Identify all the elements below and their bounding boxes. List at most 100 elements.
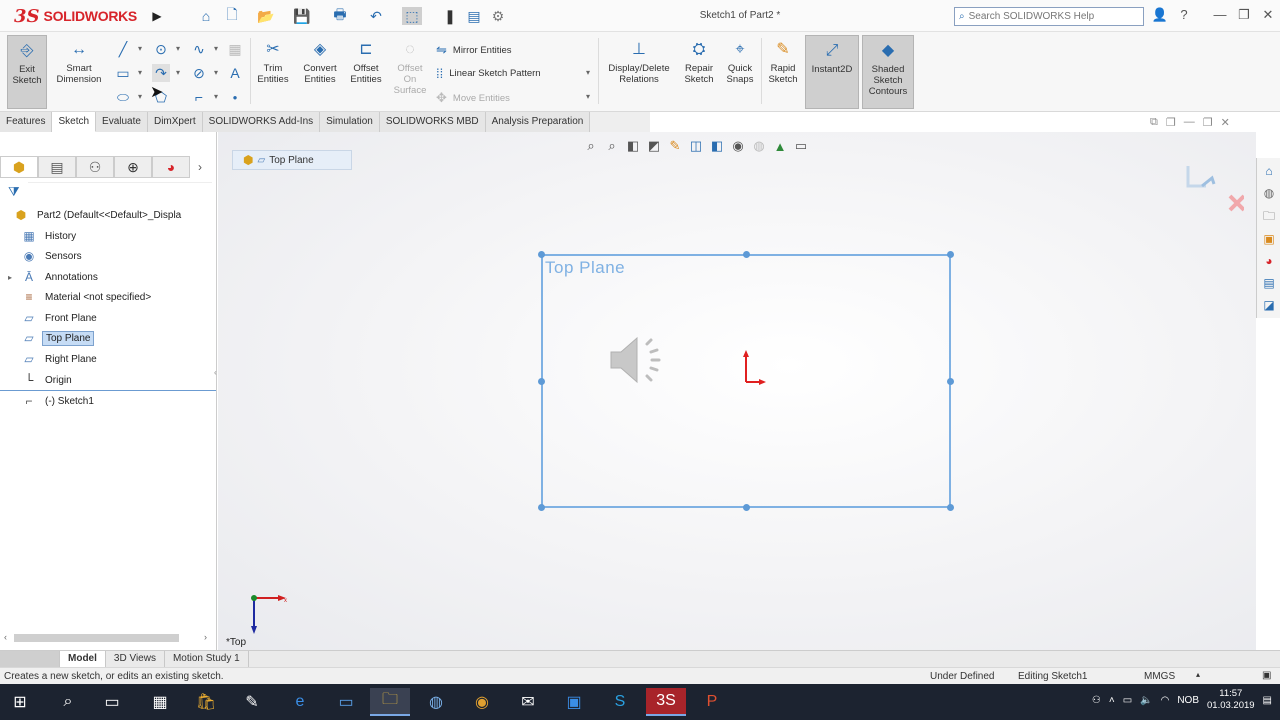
solidworks-resources-icon[interactable]: ⌂ <box>1260 162 1278 180</box>
forum-icon[interactable]: ◪ <box>1260 296 1278 314</box>
doc-close-icon[interactable]: ✕ <box>1221 116 1230 129</box>
undo-icon[interactable]: ↶ <box>366 7 386 25</box>
search-help-input[interactable]: ⌕ Search SOLIDWORKS Help <box>954 7 1144 26</box>
edit-appearance-icon[interactable]: ◍ <box>750 138 768 154</box>
spline-icon[interactable]: ∿ <box>190 40 208 58</box>
section-view-icon[interactable]: ◩ <box>645 138 663 154</box>
cancel-x-icon[interactable] <box>1228 194 1244 212</box>
units-dropdown-icon[interactable]: ▴ <box>1196 670 1200 679</box>
plane-handle[interactable] <box>947 504 954 511</box>
fillet-icon[interactable]: ⌐ <box>190 88 208 106</box>
filter-input[interactable] <box>28 182 212 200</box>
arc-icon[interactable]: ↷ <box>152 64 170 82</box>
mail-icon[interactable]: ✉ <box>508 688 548 716</box>
filter-icon[interactable]: ⧩ <box>8 184 20 200</box>
tree-item-right-plane[interactable]: ▱ Right Plane <box>0 349 100 369</box>
options-gear-icon[interactable]: ⚙ <box>488 7 508 25</box>
rapid-sketch-button[interactable]: ✎ Rapid Sketch <box>764 35 802 109</box>
text-icon[interactable]: A <box>226 64 244 82</box>
tree-item-top-plane[interactable]: ▱ Top Plane <box>0 328 95 348</box>
offset-on-surface-button[interactable]: ◌ Offset On Surface <box>390 35 430 109</box>
grid-icon[interactable]: ▦ <box>226 40 244 58</box>
doc-minimize-icon[interactable]: — <box>1184 116 1195 129</box>
zoom-to-fit-icon[interactable]: ⌕ <box>582 138 600 154</box>
save-icon[interactable]: 💾 <box>292 7 312 25</box>
view-orientation-icon[interactable]: ◫ <box>687 138 705 154</box>
solidworks-logo[interactable]: 3S SOLIDWORKS <box>14 4 137 28</box>
custom-properties-icon[interactable]: ▤ <box>1260 274 1278 292</box>
tree-item-history[interactable]: ▦ History <box>0 226 79 246</box>
windows-start-icon[interactable]: ⊞ <box>0 688 40 716</box>
shaded-sketch-contours-button[interactable]: ◆ Shaded Sketch Contours <box>862 35 914 109</box>
convert-entities-button[interactable]: ◈ Convert Entities <box>298 35 342 109</box>
quick-snaps-button[interactable]: ⌖ Quick Snaps <box>722 35 758 109</box>
powerpoint-icon[interactable]: P <box>692 688 732 716</box>
tab-solidworks-addins[interactable]: SOLIDWORKS Add-Ins <box>202 112 321 132</box>
volume-icon[interactable]: 🔈 <box>1140 695 1152 706</box>
mirror-entities-button[interactable]: ⇋ Mirror Entities <box>436 42 512 58</box>
minimize-button[interactable]: — <box>1210 7 1230 25</box>
tree-item-material[interactable]: ≡ Material <not specified> <box>0 287 154 307</box>
person-icon[interactable]: ⚇ <box>1092 695 1101 706</box>
store-icon[interactable]: 🛍 <box>186 688 226 716</box>
tab-evaluate[interactable]: Evaluate <box>96 112 148 132</box>
restore-button[interactable]: ❐ <box>1234 7 1254 25</box>
tab-motion-study-1[interactable]: Motion Study 1 <box>165 651 249 667</box>
instant2d-button[interactable]: ⤢ Instant2D <box>805 35 859 109</box>
open-folder-icon[interactable]: 📂 <box>256 7 276 25</box>
previous-view-icon[interactable]: ◧ <box>624 138 642 154</box>
plane-handle[interactable] <box>743 504 750 511</box>
display-manager-tab-icon[interactable]: ◕ <box>152 156 190 178</box>
configuration-manager-tab-icon[interactable]: ⚇ <box>76 156 114 178</box>
linear-sketch-pattern-button[interactable]: ⁞⁞ Linear Sketch Pattern <box>436 66 541 81</box>
keyboard-language[interactable]: NOB <box>1177 695 1199 706</box>
file-properties-icon[interactable]: ▤ <box>464 7 484 25</box>
units-selector[interactable]: MMGS <box>1144 671 1175 682</box>
battery-icon[interactable]: ▭ <box>1123 695 1132 706</box>
notifications-icon[interactable]: ▤ <box>1263 695 1272 706</box>
skype-icon[interactable]: S <box>600 688 640 716</box>
wifi-icon[interactable]: ◠ <box>1161 695 1170 706</box>
apply-scene-icon[interactable]: ▲ <box>771 139 789 154</box>
plane-handle[interactable] <box>538 504 545 511</box>
dynamic-annotation-icon[interactable]: ✎ <box>666 138 684 154</box>
file-explorer-icon[interactable]: 🗀 <box>1260 208 1278 226</box>
plane-handle[interactable] <box>538 378 545 385</box>
expand-arrow-icon[interactable]: ▸ <box>4 273 16 282</box>
ellipse-icon[interactable]: ⊘ <box>190 64 208 82</box>
task-view-icon[interactable]: ▭ <box>92 688 132 716</box>
print-icon[interactable]: 🖶 <box>330 6 350 25</box>
scroll-left-icon[interactable]: ‹ <box>4 632 7 642</box>
help-icon[interactable]: ? <box>1174 7 1194 25</box>
paint-icon[interactable]: ✎ <box>232 688 272 716</box>
tab-sketch[interactable]: Sketch <box>52 112 97 132</box>
breadcrumb[interactable]: ⬢ ▱ Top Plane <box>232 150 352 170</box>
tab-simulation[interactable]: Simulation <box>320 112 380 132</box>
network-icon[interactable]: ◍ <box>416 688 456 716</box>
design-library-icon[interactable]: ◍ <box>1260 184 1278 202</box>
tab-dimxpert[interactable]: DimXpert <box>147 112 203 132</box>
tree-item-sketch1[interactable]: ⌐ (-) Sketch1 <box>0 391 97 411</box>
plane-handle[interactable] <box>947 251 954 258</box>
tab-solidworks-mbd[interactable]: SOLIDWORKS MBD <box>379 112 486 132</box>
file-explorer-icon[interactable]: 🗀 <box>370 688 410 716</box>
monitor-icon[interactable]: ▭ <box>326 688 366 716</box>
tree-item-front-plane[interactable]: ▱ Front Plane <box>0 308 100 328</box>
horizontal-scrollbar[interactable]: ‹ › <box>4 632 212 644</box>
display-style-icon[interactable]: ◧ <box>708 138 726 154</box>
panel-collapse-icon[interactable]: ‹ <box>214 368 217 377</box>
user-icon[interactable]: 👤 <box>1150 7 1170 25</box>
clock[interactable]: 11:57 01.03.2019 <box>1207 688 1255 712</box>
plane-handle[interactable] <box>947 378 954 385</box>
property-manager-tab-icon[interactable]: ▤ <box>38 156 76 178</box>
menu-expand-arrow-icon[interactable]: ▶ <box>148 6 166 26</box>
repair-sketch-button[interactable]: ⛭ Repair Sketch <box>680 35 718 109</box>
tree-item-annotations[interactable]: ▸ Ā Annotations <box>0 267 101 287</box>
tab-analysis-preparation[interactable]: Analysis Preparation <box>485 112 591 132</box>
cascade-icon[interactable]: ❐ <box>1166 116 1176 129</box>
plane-handle[interactable] <box>743 251 750 258</box>
circle-icon[interactable]: ⊙ <box>152 40 170 58</box>
close-button[interactable]: ✕ <box>1258 7 1278 25</box>
view-settings-icon[interactable]: ▭ <box>792 138 810 154</box>
calculator-icon[interactable]: ▦ <box>140 688 180 716</box>
